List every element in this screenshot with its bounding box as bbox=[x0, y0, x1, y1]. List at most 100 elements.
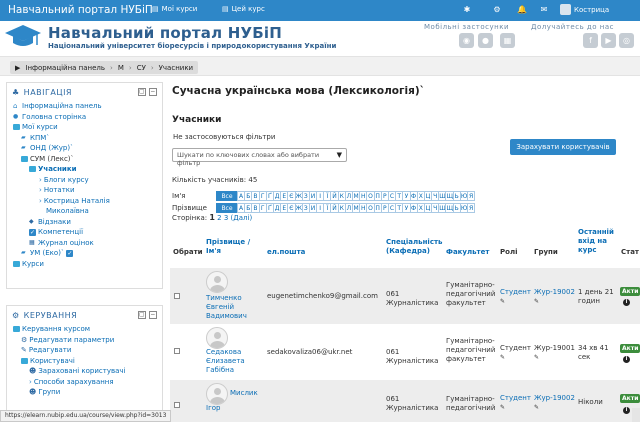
admin-label[interactable]: Редагувати параметри bbox=[29, 336, 114, 344]
col-last-line3[interactable]: курс bbox=[578, 246, 614, 255]
admin-label[interactable]: Редагувати bbox=[29, 346, 72, 354]
surname-all-button[interactable]: Все bbox=[216, 203, 238, 213]
user-firstname[interactable]: Єлизавета bbox=[206, 357, 245, 365]
user-name[interactable]: Седакова Єлизавета Габібна bbox=[206, 348, 245, 375]
enrol-users-button[interactable]: Зарахувати користувачів bbox=[510, 139, 616, 155]
col-faculty[interactable]: Факультет bbox=[446, 248, 489, 257]
nav-label[interactable]: Миколаївна bbox=[46, 207, 89, 215]
info-icon[interactable]: i bbox=[623, 356, 630, 363]
dock-icon[interactable]: ▢ bbox=[138, 311, 146, 319]
user-firstname[interactable]: Євгеній bbox=[206, 303, 234, 311]
group-link[interactable]: Жур-19001 bbox=[534, 344, 575, 352]
my-courses-menu[interactable]: ▤ Мої курси bbox=[152, 5, 197, 13]
nav-label[interactable]: УМ (Еко)` bbox=[30, 249, 64, 257]
apple-icon[interactable]: ● bbox=[478, 33, 493, 48]
admin-label[interactable]: Користувачі bbox=[30, 357, 75, 365]
horizontal-scrollbar[interactable] bbox=[632, 408, 640, 422]
nav-label[interactable]: Компетенції bbox=[38, 228, 83, 236]
admin-item-edit-settings[interactable]: ⚙ Редагувати параметри bbox=[10, 335, 159, 346]
avatar[interactable] bbox=[206, 327, 228, 349]
col-name-line2[interactable]: Ім'я bbox=[206, 247, 250, 256]
admin-item-enrolled-users[interactable]: ☻ Зараховані користувачі bbox=[10, 366, 159, 377]
nav-label[interactable]: Мої курси bbox=[22, 123, 58, 131]
nav-item-dashboard[interactable]: ⌂ Інформаційна панель bbox=[10, 101, 159, 112]
user-menu[interactable]: Кострица bbox=[560, 4, 609, 15]
collapse-icon[interactable]: − bbox=[149, 88, 157, 96]
nav-label[interactable]: Кострица Наталія bbox=[44, 197, 110, 205]
instagram-icon[interactable]: ◎ bbox=[619, 33, 634, 48]
nav-item-course-ond[interactable]: ▰ ОНД (Жур)` bbox=[10, 143, 159, 154]
admin-item-users[interactable]: Користувачі bbox=[10, 356, 159, 367]
nav-item-competencies[interactable]: ✓ Компетенції bbox=[10, 227, 159, 238]
user-surname[interactable]: Мислик bbox=[230, 389, 258, 397]
user-name[interactable]: Мислик bbox=[230, 389, 258, 398]
admin-label[interactable]: Зараховані користувачі bbox=[38, 367, 125, 375]
user-patronymic[interactable]: Габібна bbox=[206, 366, 234, 374]
settings-icon[interactable]: ⚙ bbox=[492, 5, 502, 15]
this-course-menu[interactable]: ▤ Цей курс bbox=[222, 5, 265, 13]
breadcrumb-participants[interactable]: Учасники bbox=[159, 64, 193, 72]
user-firstname-cell[interactable]: Ігор bbox=[206, 404, 220, 413]
user-group[interactable]: Жур-19002 ✎ bbox=[534, 288, 575, 306]
youtube-icon[interactable]: ▶ bbox=[601, 33, 616, 48]
user-group[interactable]: Жур-19001 ✎ bbox=[534, 344, 575, 362]
col-last-line2[interactable]: вхід на bbox=[578, 237, 614, 246]
col-specialty-line2[interactable]: (Кафедра) bbox=[386, 247, 442, 256]
nav-label[interactable]: ОНД (Жур)` bbox=[30, 144, 74, 152]
breadcrumb-m[interactable]: М bbox=[118, 64, 124, 72]
col-specialty-line1[interactable]: Спеціальність bbox=[386, 238, 442, 247]
avatar[interactable] bbox=[206, 271, 228, 293]
col-name[interactable]: Прізвище / Ім'я bbox=[206, 238, 250, 256]
col-email[interactable]: ел.пошта bbox=[267, 248, 305, 257]
page-2-link[interactable]: 2 bbox=[217, 214, 221, 222]
col-name-line1[interactable]: Прізвище / bbox=[206, 238, 250, 247]
user-surname[interactable]: Тимченко bbox=[206, 294, 242, 302]
user-role[interactable]: Студент ✎ bbox=[500, 288, 531, 306]
avatar[interactable] bbox=[206, 383, 228, 405]
group-link[interactable]: Жур-19002 bbox=[534, 394, 575, 402]
user-firstname[interactable]: Ігор bbox=[206, 404, 220, 412]
admin-item-enrol-methods[interactable]: › Способи зарахування bbox=[10, 377, 159, 388]
role-link[interactable]: Студент bbox=[500, 394, 531, 402]
admin-label[interactable]: Групи bbox=[38, 388, 60, 396]
user-group[interactable]: Жур-19002 ✎ bbox=[534, 394, 575, 412]
nav-label[interactable]: Відзнаки bbox=[38, 218, 71, 226]
admin-label[interactable]: Керування курсом bbox=[22, 325, 90, 333]
site-title[interactable]: Навчальний портал НУБіП bbox=[48, 24, 282, 42]
nav-item-course-sum[interactable]: СУМ (Лекс)` bbox=[10, 154, 159, 165]
role-link[interactable]: Студент bbox=[500, 344, 531, 352]
pencil-icon[interactable]: ✎ bbox=[534, 405, 540, 411]
nav-label[interactable]: Учасники bbox=[38, 165, 76, 173]
role-link[interactable]: Студент bbox=[500, 288, 531, 296]
admin-item-edit[interactable]: ✎ Редагувати bbox=[10, 345, 159, 356]
info-icon[interactable]: i bbox=[623, 299, 630, 306]
pencil-icon[interactable]: ✎ bbox=[534, 355, 540, 361]
collapse-icon[interactable]: − bbox=[149, 311, 157, 319]
nav-label[interactable]: СУМ (Лекс)` bbox=[30, 155, 74, 163]
nav-label[interactable]: Інформаційна панель bbox=[22, 102, 102, 110]
pencil-icon[interactable]: ✎ bbox=[500, 299, 506, 305]
nav-item-participants[interactable]: Учасники bbox=[10, 164, 159, 175]
android-icon[interactable]: ◉ bbox=[459, 33, 474, 48]
user-role[interactable]: Студент ✎ bbox=[500, 344, 531, 362]
nav-label[interactable]: Нотатки bbox=[44, 186, 75, 194]
breadcrumb-su[interactable]: СУ bbox=[137, 64, 146, 72]
firstname-all-button[interactable]: Все bbox=[216, 191, 238, 201]
nav-item-blogs[interactable]: › Блоги курсу bbox=[10, 175, 159, 186]
col-last-access[interactable]: Останній вхід на курс bbox=[578, 228, 614, 255]
user-patronymic[interactable]: Вадимович bbox=[206, 312, 247, 320]
brand-link[interactable]: Навчальний портал НУБіП bbox=[8, 4, 153, 16]
nav-label[interactable]: Блоги курсу bbox=[44, 176, 89, 184]
pencil-icon[interactable]: ✎ bbox=[500, 355, 506, 361]
initial-letter-button[interactable]: Я bbox=[467, 191, 476, 201]
initial-letter-button[interactable]: Я bbox=[467, 203, 476, 213]
nav-item-teacher-cont[interactable]: Миколаївна bbox=[10, 206, 159, 217]
group-link[interactable]: Жур-19002 bbox=[534, 288, 575, 296]
admin-label[interactable]: Способи зарахування bbox=[34, 378, 114, 386]
nav-item-badges[interactable]: ◆ Відзнаки bbox=[10, 217, 159, 228]
nav-label[interactable]: Журнал оцінок bbox=[38, 239, 94, 247]
col-last-line1[interactable]: Останній bbox=[578, 228, 614, 237]
nav-item-gradebook[interactable]: ▦ Журнал оцінок bbox=[10, 238, 159, 249]
filter-search-input[interactable]: Шукати по ключових словах або вибрати фі… bbox=[172, 148, 347, 167]
col-specialty[interactable]: Спеціальність (Кафедра) bbox=[386, 238, 442, 256]
